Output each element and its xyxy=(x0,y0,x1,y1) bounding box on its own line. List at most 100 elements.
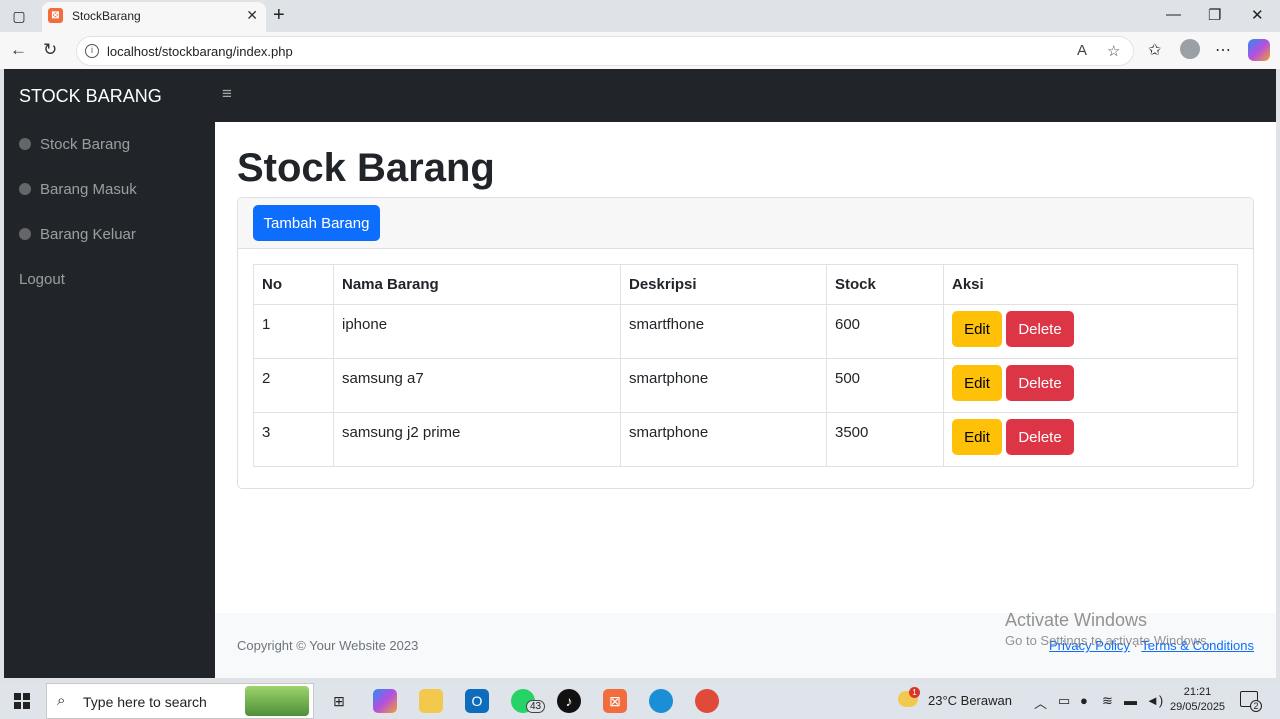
show-hidden-icons-icon[interactable]: ︿ xyxy=(1034,693,1047,712)
menu-toggle-icon[interactable]: ≡ xyxy=(222,84,232,104)
cell-stock: 600 xyxy=(826,304,944,359)
read-aloud-icon[interactable]: A xyxy=(1077,42,1087,59)
search-icon: ⌕ xyxy=(57,692,66,709)
search-highlight-image xyxy=(245,686,309,716)
restore-icon[interactable]: ❐ xyxy=(1208,6,1221,24)
browser-tab-bar: ▢ ⊠ StockBarang ✕ + — ❐ ✕ xyxy=(0,0,1280,32)
whatsapp-badge: 43 xyxy=(526,700,546,713)
cell-no: 3 xyxy=(253,412,334,467)
edit-button[interactable]: Edit xyxy=(952,311,1002,347)
favorite-star-icon[interactable]: ☆ xyxy=(1107,42,1120,60)
weather-text: 23°C Berawan xyxy=(928,693,1012,708)
chrome-icon[interactable] xyxy=(695,689,719,713)
cell-no: 2 xyxy=(253,358,334,413)
copilot-taskbar-icon[interactable] xyxy=(373,689,397,713)
cell-no: 1 xyxy=(253,304,334,359)
wifi-icon[interactable]: ≋ xyxy=(1102,693,1113,709)
close-window-icon[interactable]: ✕ xyxy=(1251,6,1264,24)
profile-avatar-icon[interactable] xyxy=(1180,39,1200,59)
sidebar-item-logout[interactable]: Logout xyxy=(19,271,65,288)
edit-button[interactable]: Edit xyxy=(952,365,1002,401)
weather-alert-badge: 1 xyxy=(909,687,920,698)
stock-table: No Nama Barang Deskripsi Stock Aksi 1 ip… xyxy=(253,264,1238,467)
sidebar-item-label: Barang Masuk xyxy=(40,181,137,198)
cell-deskripsi: smartphone xyxy=(620,358,827,413)
new-tab-icon[interactable]: + xyxy=(273,4,285,27)
tab-actions-icon[interactable]: ▢ xyxy=(8,6,30,26)
battery-icon[interactable]: ▬ xyxy=(1124,693,1137,708)
search-placeholder: Type here to search xyxy=(83,694,207,710)
page-title: Stock Barang xyxy=(237,146,495,190)
copyright-text: Copyright © Your Website 2023 xyxy=(237,638,419,653)
top-navbar: ≡ xyxy=(215,69,1276,122)
add-item-button[interactable]: Tambah Barang xyxy=(253,205,380,241)
column-header: No xyxy=(253,264,334,305)
tab-title: StockBarang xyxy=(72,9,141,23)
back-icon[interactable]: ← xyxy=(10,40,27,60)
cell-aksi: Edit Delete xyxy=(943,358,1238,413)
table-row: 2 samsung a7 smartphone 500 Edit Delete xyxy=(253,358,1238,413)
sidebar-item-label: Barang Keluar xyxy=(40,226,136,243)
cell-nama: samsung a7 xyxy=(333,358,621,413)
delete-button[interactable]: Delete xyxy=(1006,365,1074,401)
delete-button[interactable]: Delete xyxy=(1006,311,1074,347)
cell-nama: samsung j2 prime xyxy=(333,412,621,467)
edge-icon[interactable] xyxy=(649,689,673,713)
sidebar-item-label: Logout xyxy=(19,271,65,288)
meet-now-icon[interactable]: ▭ xyxy=(1058,693,1070,709)
sidebar-item-barang-masuk[interactable]: Barang Masuk xyxy=(19,181,137,198)
tachometer-icon xyxy=(19,138,31,150)
cell-aksi: Edit Delete xyxy=(943,304,1238,359)
notification-badge: 2 xyxy=(1250,700,1262,712)
url-field[interactable]: i localhost/stockbarang/index.php A ☆ xyxy=(76,36,1134,66)
cell-deskripsi: smartfhone xyxy=(620,304,827,359)
sidebar-item-label: Stock Barang xyxy=(40,136,131,153)
taskbar-search[interactable]: ⌕ Type here to search xyxy=(46,683,314,719)
cell-stock: 3500 xyxy=(826,412,944,467)
browser-tab[interactable]: ⊠ StockBarang ✕ xyxy=(42,2,266,32)
cell-deskripsi: smartphone xyxy=(620,412,827,467)
clock[interactable]: 21:21 29/05/2025 xyxy=(1170,685,1225,715)
url-text: localhost/stockbarang/index.php xyxy=(107,44,293,59)
site-info-icon[interactable]: i xyxy=(85,44,99,58)
table-row: 3 samsung j2 prime smartphone 3500 Edit D… xyxy=(253,412,1238,467)
more-menu-icon[interactable]: ⋯ xyxy=(1215,40,1231,60)
tachometer-icon xyxy=(19,228,31,240)
column-header: Aksi xyxy=(943,264,1238,305)
watermark-title: Activate Windows xyxy=(1005,610,1148,630)
sidebar-item-stock-barang[interactable]: Stock Barang xyxy=(19,136,130,153)
refresh-icon[interactable]: ↻ xyxy=(43,40,57,60)
column-header: Nama Barang xyxy=(333,264,621,305)
tachometer-icon xyxy=(19,183,31,195)
main-content: Stock Barang Tambah Barang No Nama Baran… xyxy=(215,122,1276,678)
copilot-icon[interactable] xyxy=(1248,39,1270,61)
cell-stock: 500 xyxy=(826,358,944,413)
edit-button[interactable]: Edit xyxy=(952,419,1002,455)
minimize-icon[interactable]: — xyxy=(1166,6,1181,23)
cell-aksi: Edit Delete xyxy=(943,412,1238,467)
app-page: STOCK BARANG Stock Barang Barang Masuk B… xyxy=(4,69,1276,678)
tiktok-icon[interactable]: ♪ xyxy=(557,689,581,713)
windows-start-icon[interactable] xyxy=(14,693,30,709)
favorites-icon[interactable]: ✩ xyxy=(1148,40,1161,60)
file-explorer-icon[interactable] xyxy=(419,689,443,713)
activate-windows-watermark: Activate Windows Go to Settings to activ… xyxy=(1005,610,1210,648)
outlook-icon[interactable]: O xyxy=(465,689,489,713)
stock-card: Tambah Barang No Nama Barang Deskripsi S… xyxy=(237,197,1254,489)
sidebar-item-barang-keluar[interactable]: Barang Keluar xyxy=(19,226,136,243)
xampp-favicon-icon: ⊠ xyxy=(48,8,63,23)
microphone-icon[interactable]: ● xyxy=(1080,693,1088,708)
column-header: Stock xyxy=(826,264,944,305)
address-bar-row: ← ↻ i localhost/stockbarang/index.php A … xyxy=(0,32,1280,69)
close-tab-icon[interactable]: ✕ xyxy=(246,7,258,24)
clock-time: 21:21 xyxy=(1183,686,1212,698)
sidebar: STOCK BARANG Stock Barang Barang Masuk B… xyxy=(4,69,215,678)
card-header: Tambah Barang xyxy=(238,198,1253,249)
cell-nama: iphone xyxy=(333,304,621,359)
watermark-subtitle: Go to Settings to activate Windows. xyxy=(1005,633,1211,648)
xampp-icon[interactable]: ⊠ xyxy=(603,689,627,713)
delete-button[interactable]: Delete xyxy=(1006,419,1074,455)
brand[interactable]: STOCK BARANG xyxy=(19,86,162,107)
task-view-icon[interactable]: ⊞ xyxy=(327,689,351,713)
volume-icon[interactable]: ◄) xyxy=(1146,693,1163,708)
